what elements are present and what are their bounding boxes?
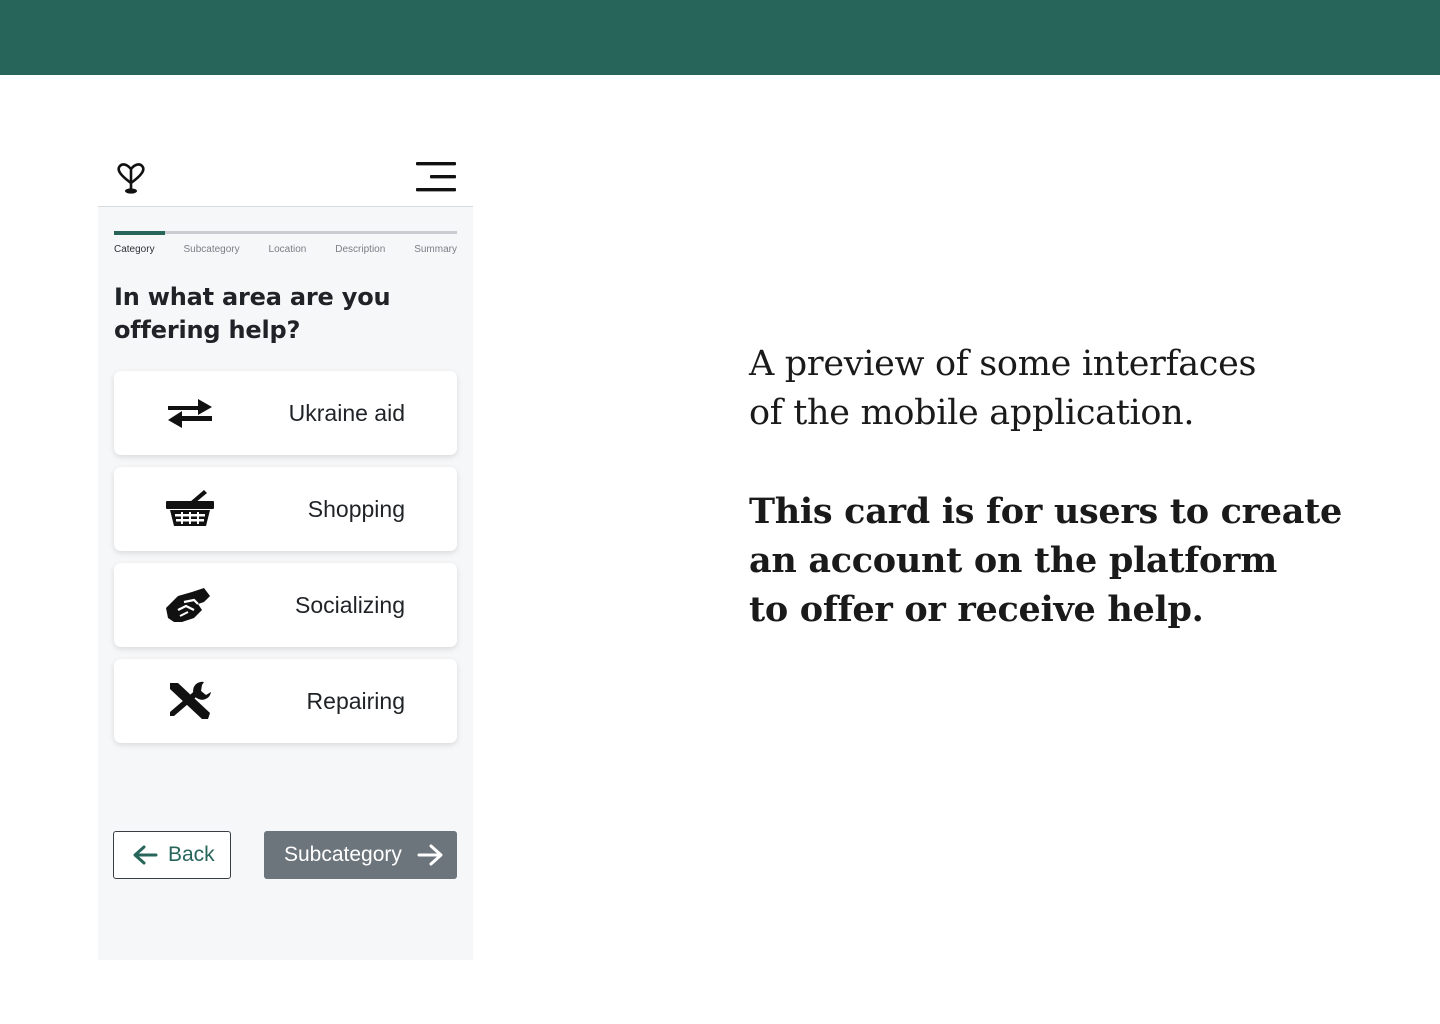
category-label: Ukraine aid (288, 400, 405, 426)
category-label: Socializing (295, 592, 405, 618)
progress-bar (114, 230, 457, 235)
category-card-ukraine-aid[interactable]: Ukraine aid (114, 371, 457, 455)
page-title: In what area are you offering help? (114, 283, 391, 344)
category-card-repairing[interactable]: Repairing (114, 659, 457, 743)
swap-arrows-icon (168, 399, 212, 428)
category-card-socializing[interactable]: Socializing (114, 563, 457, 647)
description-text: A preview of some interfaces of the mobi… (749, 340, 1369, 634)
hamburger-menu-icon[interactable] (416, 162, 458, 192)
arrow-right-icon (417, 844, 443, 866)
step-location: Location (268, 244, 307, 255)
step-subcategory: Subcategory (183, 244, 240, 255)
step-labels: Category Subcategory Location Descriptio… (114, 244, 457, 258)
back-button[interactable]: Back (113, 831, 231, 879)
description-line: A preview of some interfaces (749, 344, 1257, 384)
description-intro: A preview of some interfaces of the mobi… (749, 340, 1369, 438)
arrow-left-icon (133, 845, 158, 865)
next-button-label: Subcategory (284, 843, 402, 866)
back-button-label: Back (168, 843, 215, 866)
category-label: Repairing (306, 688, 405, 714)
step-summary: Summary (414, 244, 457, 255)
top-banner (0, 0, 1440, 75)
step-description: Description (335, 244, 386, 255)
description-line: to offer or receive help. (749, 589, 1204, 630)
step-category: Category (114, 244, 155, 255)
heart-pin-logo-icon[interactable] (115, 161, 147, 197)
mobile-app-preview: Category Subcategory Location Descriptio… (98, 140, 473, 960)
basket-icon (166, 490, 214, 526)
category-label: Shopping (307, 496, 405, 522)
category-card-shopping[interactable]: Shopping (114, 467, 457, 551)
app-header (98, 140, 473, 207)
category-list: Ukraine aid Shopping Socializing Repairi… (114, 371, 457, 755)
tools-icon (170, 681, 211, 719)
description-line: This card is for users to create (749, 491, 1342, 532)
description-main: This card is for users to create an acco… (749, 487, 1369, 634)
description-line: of the mobile application. (749, 393, 1195, 433)
next-subcategory-button[interactable]: Subcategory (264, 831, 457, 879)
handshake-icon (166, 588, 210, 622)
progress-bar-fill (114, 230, 166, 235)
description-line: an account on the platform (749, 540, 1277, 581)
